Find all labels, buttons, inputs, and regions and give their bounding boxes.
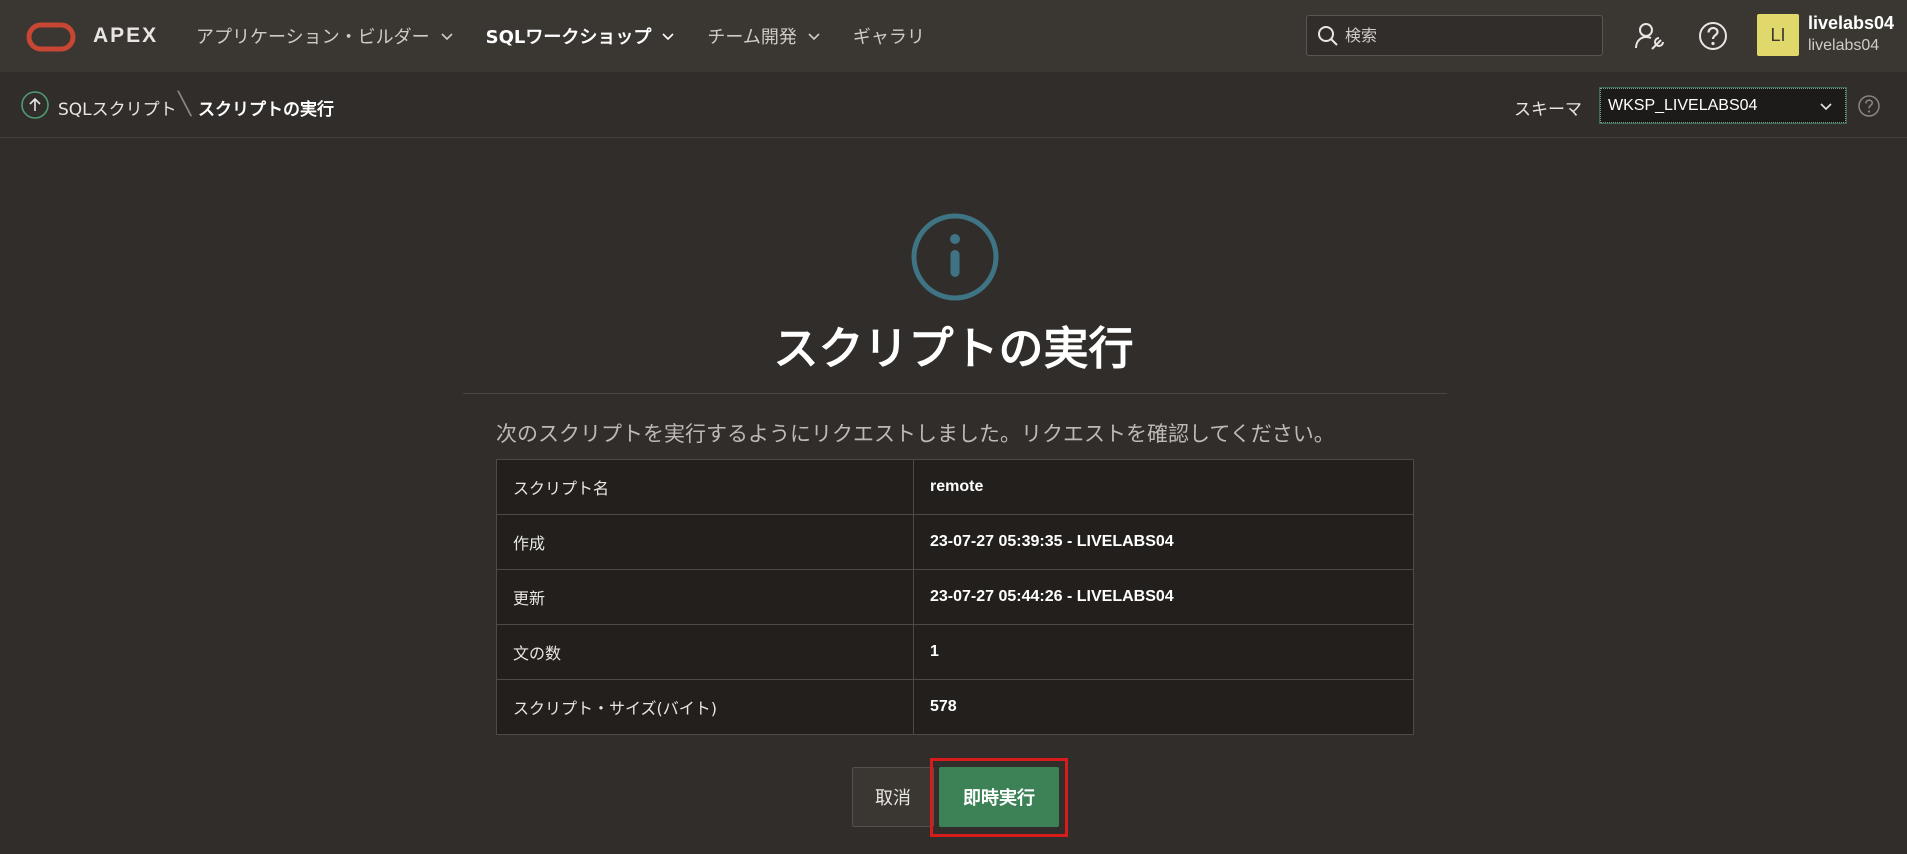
breadcrumb-current: スクリプトの実行 xyxy=(198,100,334,120)
nav-team-development[interactable]: チーム開発 xyxy=(707,23,820,49)
main-nav: アプリケーション・ビルダー SQLワークショップ チーム開発 ギャラリ xyxy=(196,0,957,72)
detail-value: 23-07-27 05:39:35 - LIVELABS04 xyxy=(913,514,1414,570)
chevron-down-icon xyxy=(662,33,674,41)
help-icon[interactable] xyxy=(1697,20,1729,52)
detail-value: 578 xyxy=(913,679,1414,735)
search-icon xyxy=(1318,25,1338,46)
detail-value: 23-07-27 05:44:26 - LIVELABS04 xyxy=(913,569,1414,625)
nav-app-builder-label: アプリケーション・ビルダー xyxy=(196,27,430,48)
table-row: 更新 23-07-27 05:44:26 - LIVELABS04 xyxy=(496,569,1414,625)
detail-key: スクリプト・サイズ(バイト) xyxy=(496,679,914,735)
schema-select-value: WKSP_LIVELABS04 xyxy=(1608,96,1758,114)
info-icon xyxy=(911,213,999,301)
avatar[interactable]: LI xyxy=(1757,14,1799,56)
table-row: 作成 23-07-27 05:39:35 - LIVELABS04 xyxy=(496,514,1414,570)
app-brand[interactable]: APEX xyxy=(93,24,158,48)
detail-key: 作成 xyxy=(496,514,914,570)
user-name[interactable]: livelabs04 xyxy=(1808,13,1894,34)
detail-key: 文の数 xyxy=(496,624,914,680)
schema-select[interactable]: WKSP_LIVELABS04 xyxy=(1599,87,1847,124)
search-box[interactable] xyxy=(1306,15,1603,56)
arrow-up-icon[interactable] xyxy=(20,90,50,120)
schema-help-icon[interactable] xyxy=(1857,94,1881,118)
search-input[interactable] xyxy=(1345,26,1585,45)
detail-value: remote xyxy=(913,459,1414,515)
table-row: スクリプト名 remote xyxy=(496,459,1414,515)
nav-sql-workshop-label: SQLワークショップ xyxy=(485,27,652,48)
nav-sql-workshop[interactable]: SQLワークショップ xyxy=(486,23,676,49)
oracle-logo-icon[interactable] xyxy=(26,22,76,52)
chevron-down-icon xyxy=(441,33,453,41)
page-title: スクリプトの実行 xyxy=(773,322,1134,375)
chevron-down-icon xyxy=(808,33,820,41)
table-row: スクリプト・サイズ(バイト) 578 xyxy=(496,679,1414,735)
administration-icon[interactable] xyxy=(1634,20,1666,52)
nav-app-builder[interactable]: アプリケーション・ビルダー xyxy=(196,23,454,49)
user-workspace: livelabs04 xyxy=(1808,37,1880,54)
divider xyxy=(463,393,1447,394)
nav-team-development-label: チーム開発 xyxy=(707,27,797,48)
confirmation-message: 次のスクリプトを実行するようにリクエストしました。リクエストを確認してください。 xyxy=(496,422,1335,446)
chevron-down-icon xyxy=(1820,103,1832,111)
breadcrumb-sql-scripts[interactable]: SQLスクリプト xyxy=(58,95,177,120)
nav-gallery[interactable]: ギャラリ xyxy=(853,23,925,49)
table-row: 文の数 1 xyxy=(496,624,1414,680)
nav-gallery-label: ギャラリ xyxy=(852,27,925,48)
detail-key: 更新 xyxy=(496,569,914,625)
cancel-button[interactable]: 取消 xyxy=(852,767,934,827)
detail-value: 1 xyxy=(913,624,1414,680)
detail-key: スクリプト名 xyxy=(496,459,914,515)
schema-label: スキーマ xyxy=(1514,100,1582,120)
breadcrumb-separator: ╲ xyxy=(178,92,192,117)
run-now-button[interactable]: 即時実行 xyxy=(939,767,1059,827)
script-details-table: スクリプト名 remote 作成 23-07-27 05:39:35 - LIV… xyxy=(496,459,1414,735)
